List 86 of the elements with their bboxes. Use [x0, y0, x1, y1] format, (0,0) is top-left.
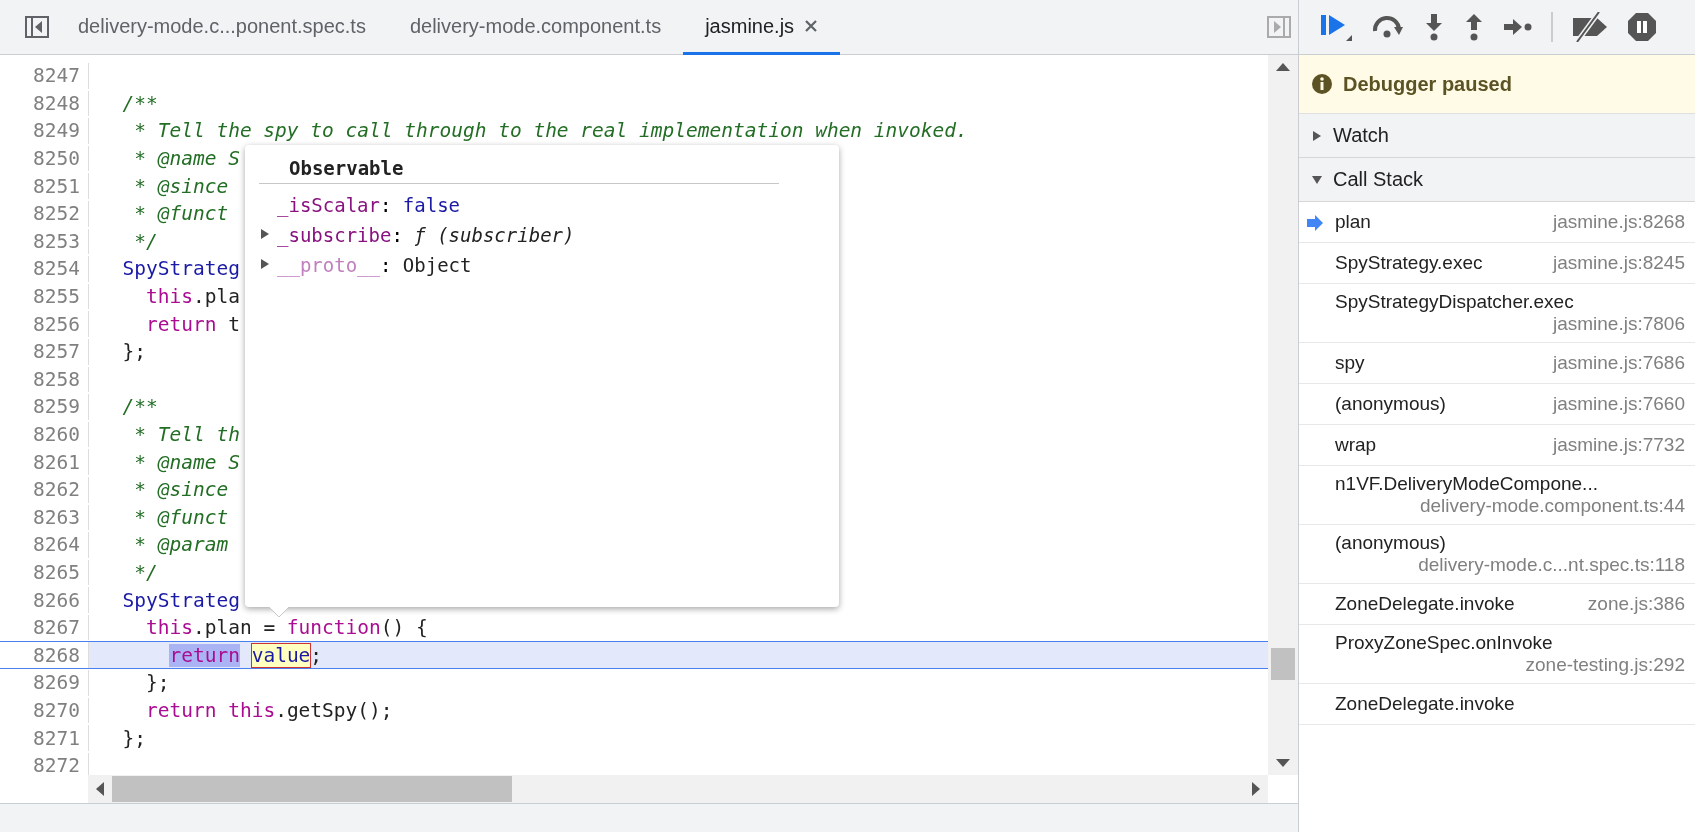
- code-line: * @funct: [133, 202, 229, 226]
- step-icon[interactable]: [1503, 17, 1533, 37]
- function-name: (anonymous): [1335, 532, 1446, 554]
- call-stack-frame[interactable]: ZoneDelegate.invoke: [1299, 684, 1695, 725]
- function-name: SpyStrategy.exec: [1335, 252, 1483, 274]
- source-location[interactable]: jasmine.js:7732: [1552, 434, 1685, 456]
- deactivate-breakpoints-icon[interactable]: [1571, 12, 1609, 42]
- call-stack-frame[interactable]: plan jasmine.js:8268: [1299, 202, 1695, 243]
- source-location[interactable]: delivery-mode.c...nt.spec.ts:118: [1418, 554, 1685, 576]
- code-line: * @since: [133, 478, 229, 502]
- code-line: */: [133, 229, 158, 253]
- function-name: plan: [1335, 211, 1371, 233]
- call-stack-frame[interactable]: ZoneDelegate.invoke zone.js:386: [1299, 584, 1695, 625]
- source-location[interactable]: delivery-mode.component.ts:44: [1419, 495, 1685, 517]
- scroll-down-icon[interactable]: [1276, 759, 1290, 767]
- close-icon[interactable]: [804, 19, 819, 33]
- code-line: */: [133, 561, 158, 584]
- property-entry[interactable]: __proto__: Object: [277, 254, 472, 276]
- call-stack-frame[interactable]: (anonymous) delivery-mode.c...nt.spec.ts:118: [1299, 525, 1695, 584]
- vertical-scrollbar[interactable]: [1268, 55, 1298, 775]
- scroll-up-icon[interactable]: [1276, 63, 1290, 71]
- scrollbar-thumb[interactable]: [112, 776, 512, 802]
- function-name: ProxyZoneSpec.onInvoke: [1335, 632, 1553, 654]
- code-line: * @name S: [133, 450, 240, 474]
- code-line: return this.getSpy();: [144, 698, 393, 722]
- section-header[interactable]: Call Stack: [1299, 158, 1695, 202]
- code-line: /**: [121, 395, 158, 419]
- source-location[interactable]: jasmine.js:7686: [1552, 352, 1685, 374]
- horizontal-scrollbar[interactable]: [88, 775, 1268, 803]
- call-stack-frame[interactable]: spy jasmine.js:7686: [1299, 343, 1695, 384]
- call-stack-frame[interactable]: SpyStrategy.exec jasmine.js:8245: [1299, 243, 1695, 284]
- scroll-right-icon[interactable]: [1252, 782, 1260, 796]
- code-line: this.pla: [144, 285, 240, 309]
- code-line: * @name S: [133, 147, 240, 171]
- source-location[interactable]: jasmine.js:7660: [1552, 393, 1685, 415]
- code-line: SpyStrateg: [121, 588, 240, 612]
- code-line: * Tell the spy to call through to the real implementation when invoked.: [133, 119, 968, 143]
- file-tab[interactable]: delivery-mode.component.ts: [387, 0, 684, 55]
- code-line: SpyStrateg: [121, 257, 240, 281]
- function-name: ZoneDelegate.invoke: [1335, 693, 1515, 715]
- property-entry: _isScalar: false: [277, 194, 461, 216]
- file-tab[interactable]: jasmine.js: [683, 0, 841, 55]
- paused-status: Debugger paused: [1343, 72, 1512, 96]
- source-location[interactable]: jasmine.js:8245: [1552, 252, 1685, 274]
- call-stack-frame[interactable]: n1VF.DeliveryModeCompone... delivery-mode.component.ts:44: [1299, 466, 1695, 525]
- pause-icon[interactable]: [1627, 12, 1657, 42]
- function-name: n1VF.DeliveryModeCompone...: [1335, 473, 1598, 495]
- code-line: * Tell th: [133, 423, 240, 446]
- expand-triangle-icon: [1311, 129, 1323, 142]
- call-stack-frame[interactable]: ProxyZoneSpec.onInvoke zone-testing.js:292: [1299, 625, 1695, 684]
- current-frame-arrow-icon: [1307, 215, 1323, 231]
- popover-title: Observable: [259, 151, 779, 184]
- resume-icon[interactable]: [1319, 12, 1353, 42]
- function-name: wrap: [1335, 434, 1377, 456]
- code-line: * @funct: [133, 505, 229, 529]
- function-name: spy: [1335, 352, 1365, 374]
- function-name: ZoneDelegate.invoke: [1335, 593, 1515, 615]
- code-line: * @param: [133, 533, 229, 557]
- step-over-icon[interactable]: [1371, 15, 1405, 39]
- code-line: };: [121, 726, 146, 750]
- source-location[interactable]: jasmine.js:7806: [1552, 313, 1685, 335]
- file-tab[interactable]: delivery-mode.c...ponent.spec.ts: [56, 0, 388, 55]
- code-line: return value;: [168, 643, 323, 667]
- scrollbar-thumb[interactable]: [1271, 648, 1295, 680]
- scroll-left-icon[interactable]: [96, 782, 104, 796]
- property-entry[interactable]: _subscribe: ƒ (subscriber): [277, 224, 575, 246]
- info-icon: [1311, 73, 1333, 95]
- expand-triangle-icon: [259, 228, 271, 240]
- call-stack-frame[interactable]: (anonymous) jasmine.js:7660: [1299, 384, 1695, 425]
- code-line: };: [121, 340, 146, 364]
- code-line: this.plan = function() {: [144, 616, 428, 640]
- function-name: (anonymous): [1335, 393, 1446, 415]
- code-line: };: [144, 671, 170, 695]
- source-location[interactable]: zone-testing.js:292: [1525, 654, 1685, 676]
- expand-triangle-icon: [259, 258, 271, 270]
- code-line: /**: [121, 91, 158, 115]
- call-stack-frame[interactable]: SpyStrategyDispatcher.exec jasmine.js:7806: [1299, 284, 1695, 343]
- code-line: * @since: [133, 174, 229, 198]
- call-stack-frame[interactable]: wrap jasmine.js:7732: [1299, 425, 1695, 466]
- code-line: return t: [144, 312, 240, 336]
- section-header[interactable]: Watch: [1299, 114, 1695, 158]
- source-location[interactable]: jasmine.js:8268: [1552, 211, 1685, 233]
- collapse-triangle-icon: [1311, 173, 1323, 186]
- source-location[interactable]: zone.js:386: [1587, 593, 1685, 615]
- line-number: 8268: [0, 642, 89, 669]
- function-name: SpyStrategyDispatcher.exec: [1335, 291, 1574, 313]
